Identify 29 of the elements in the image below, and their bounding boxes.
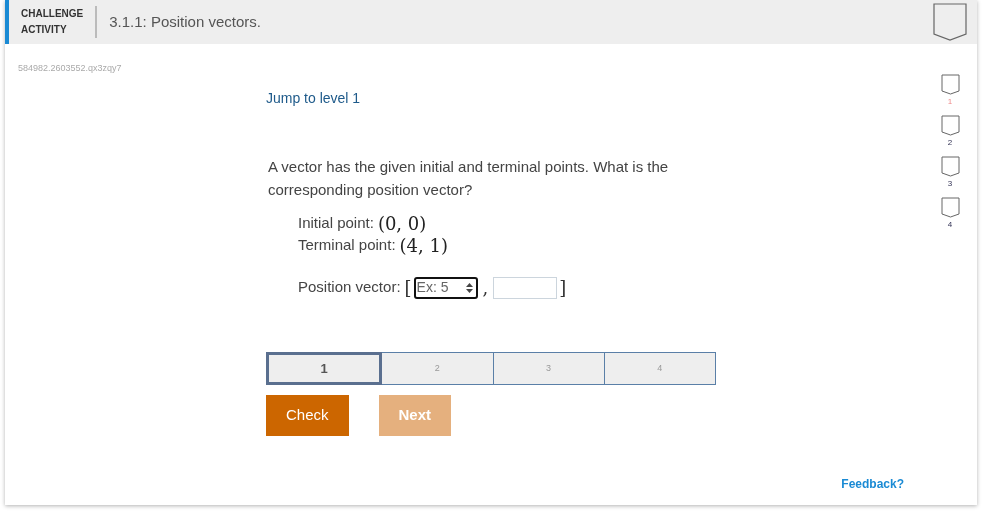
level-number: 3 [947,178,953,190]
level-tab[interactable]: 4 [603,352,716,385]
jump-to-level-link[interactable]: Jump to level 1 [266,88,361,109]
level-number: 2 [947,137,953,149]
question-text: A vector has the given initial and terminal points. What is the corresponding position vector? [267,157,670,200]
point-label: Terminal point: [298,234,396,255]
point-label: Initial point: [298,212,374,233]
answer-label: Position vector: [298,277,401,298]
level-tab[interactable]: 1 [266,352,383,385]
point-value: (4, 1) [399,233,448,258]
level-number: 1 [947,96,953,108]
activity-type-label: ACTIVITY [21,23,68,37]
point-value: (0, 0) [377,211,427,236]
level-tab[interactable]: 3 [492,352,604,385]
comma: , [482,276,489,300]
check-button[interactable]: Check [266,395,349,436]
level-tab[interactable]: 2 [382,352,493,385]
activity-id: 584982.2603552.qx3zqy7 [18,62,122,75]
spinner-arrows-icon[interactable] [465,282,473,293]
feedback-link[interactable]: Feedback? [841,475,904,493]
activity-title: 3.1.1: Position vectors. [109,11,261,32]
number-input-field[interactable]: Ex: 5 [416,277,461,298]
completion-badge-icon [933,3,967,41]
bracket: ] [559,276,567,300]
number-spinner[interactable]: Ex: 5 [413,276,478,299]
bracket: [ [404,276,412,300]
activity-type-label: CHALLENGE [21,7,84,21]
number-input-field[interactable] [493,276,558,299]
level-number: 4 [947,219,953,231]
